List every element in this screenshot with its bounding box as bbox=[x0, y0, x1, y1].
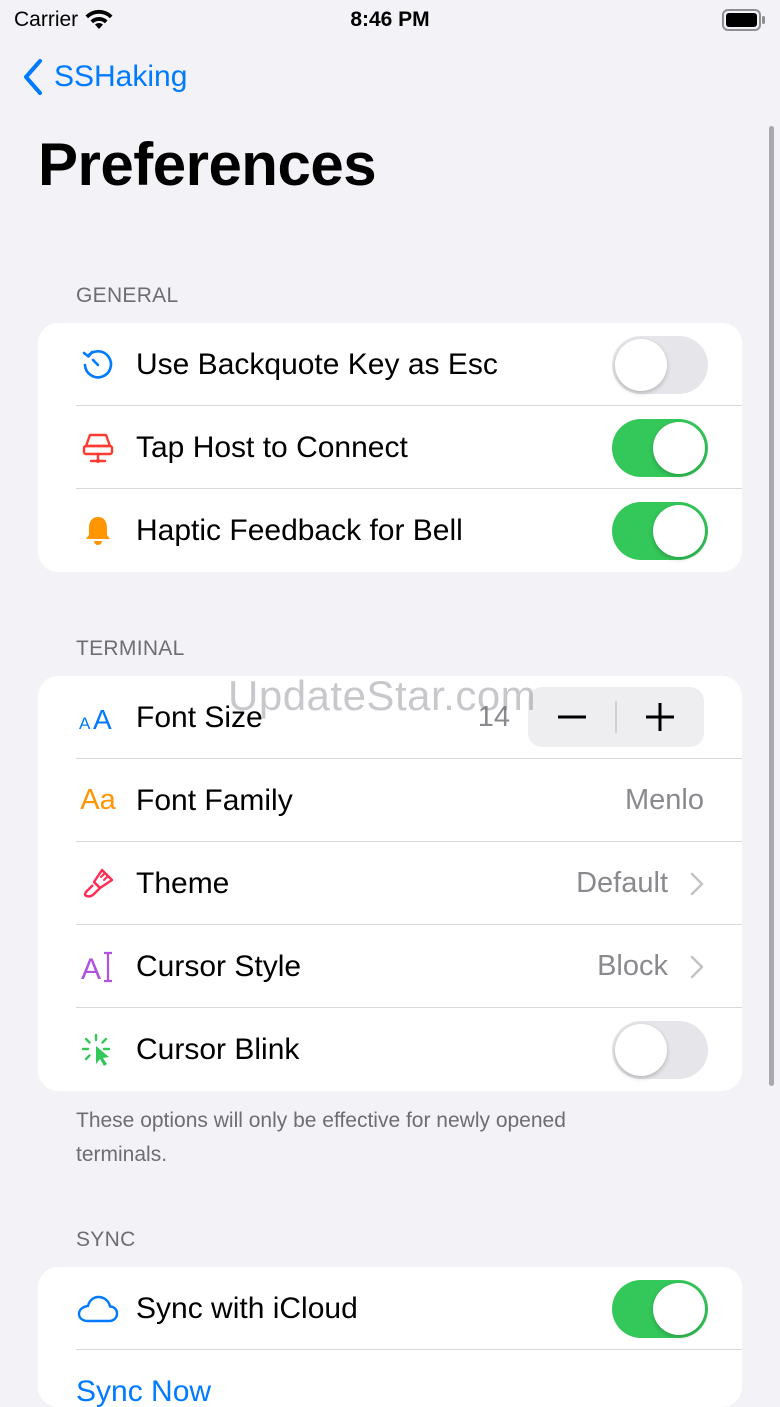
row-backquote-esc[interactable]: Use Backquote Key as Esc bbox=[38, 323, 742, 406]
sync-now-button[interactable]: Sync Now bbox=[76, 1350, 211, 1407]
font-size-stepper[interactable] bbox=[528, 687, 704, 747]
row-label: Haptic Feedback for Bell bbox=[136, 514, 463, 547]
haptic-bell-toggle[interactable] bbox=[612, 502, 708, 560]
row-label: Cursor Blink bbox=[136, 1033, 300, 1066]
row-label: Sync with iCloud bbox=[136, 1292, 358, 1325]
general-group: Use Backquote Key as Esc Tap Host to Con… bbox=[38, 323, 742, 572]
text-size-icon: A A bbox=[76, 676, 120, 759]
cursor-style-icon: A bbox=[76, 925, 120, 1008]
toggle-knob bbox=[653, 422, 705, 474]
theme-value: Default bbox=[576, 867, 668, 899]
toggle-knob bbox=[615, 339, 667, 391]
chevron-right-icon bbox=[690, 872, 704, 896]
font-family-icon: Aa bbox=[76, 759, 120, 842]
font-family-value: Menlo bbox=[625, 784, 704, 816]
toggle-knob bbox=[653, 1283, 705, 1335]
clock: 8:46 PM bbox=[350, 8, 430, 31]
backquote-esc-toggle[interactable] bbox=[612, 336, 708, 394]
escape-arrow-icon bbox=[76, 323, 120, 406]
row-font-size: A A Font Size 14 bbox=[38, 676, 742, 759]
row-sync-now[interactable]: Sync Now bbox=[38, 1350, 742, 1407]
tap-host-toggle[interactable] bbox=[612, 419, 708, 477]
minus-icon bbox=[558, 715, 586, 719]
row-label: Use Backquote Key as Esc bbox=[136, 348, 498, 381]
section-header-sync: SYNC bbox=[76, 1228, 136, 1251]
row-label: Cursor Style bbox=[136, 950, 302, 983]
toggle-knob bbox=[653, 505, 705, 557]
terminal-footer-note: These options will only be effective for… bbox=[76, 1109, 566, 1166]
cursor-click-icon bbox=[76, 1008, 120, 1091]
server-host-icon bbox=[76, 406, 120, 489]
chevron-left-icon bbox=[24, 59, 42, 95]
row-label: Theme bbox=[136, 867, 230, 900]
row-theme[interactable]: Theme Default bbox=[38, 842, 742, 925]
svg-text:A: A bbox=[79, 714, 91, 733]
row-label: Tap Host to Connect bbox=[136, 431, 408, 464]
cloud-icon bbox=[76, 1267, 120, 1350]
section-header-general: GENERAL bbox=[76, 284, 179, 307]
svg-text:A: A bbox=[93, 704, 112, 733]
decrease-button[interactable] bbox=[528, 687, 616, 747]
back-button[interactable]: SSHaking bbox=[22, 58, 187, 96]
cursor-style-value: Block bbox=[597, 950, 668, 982]
increase-button[interactable] bbox=[616, 687, 704, 747]
sync-group: Sync with iCloud Sync Now bbox=[38, 1267, 742, 1407]
row-tap-host[interactable]: Tap Host to Connect bbox=[38, 406, 742, 489]
row-cursor-style[interactable]: A Cursor Style Block bbox=[38, 925, 742, 1008]
battery-icon bbox=[722, 9, 766, 36]
terminal-group: A A Font Size 14 Aa Font Family Menlo Th… bbox=[38, 676, 742, 1091]
row-sync-icloud[interactable]: Sync with iCloud bbox=[38, 1267, 742, 1350]
plus-icon bbox=[646, 703, 674, 731]
sync-icloud-toggle[interactable] bbox=[612, 1280, 708, 1338]
row-cursor-blink[interactable]: Cursor Blink bbox=[38, 1008, 742, 1091]
font-family-icon-glyph: Aa bbox=[80, 784, 116, 816]
row-haptic-bell[interactable]: Haptic Feedback for Bell bbox=[38, 489, 742, 572]
page-title: Preferences bbox=[38, 131, 377, 198]
chevron-right-icon bbox=[690, 955, 704, 979]
cursor-style-glyph: A bbox=[81, 953, 101, 985]
row-font-family[interactable]: Aa Font Family Menlo bbox=[38, 759, 742, 842]
section-header-terminal: TERMINAL bbox=[76, 637, 185, 660]
cursor-blink-toggle[interactable] bbox=[612, 1021, 708, 1079]
row-label: Font Size bbox=[136, 701, 263, 734]
bell-icon bbox=[76, 489, 120, 572]
font-size-value: 14 bbox=[477, 701, 510, 733]
back-label: SSHaking bbox=[54, 60, 188, 93]
status-bar: Carrier 8:46 PM bbox=[0, 0, 780, 40]
paintbrush-icon bbox=[76, 842, 120, 925]
row-label: Font Family bbox=[136, 784, 293, 817]
scrollbar[interactable] bbox=[769, 126, 774, 1086]
toggle-knob bbox=[615, 1024, 667, 1076]
